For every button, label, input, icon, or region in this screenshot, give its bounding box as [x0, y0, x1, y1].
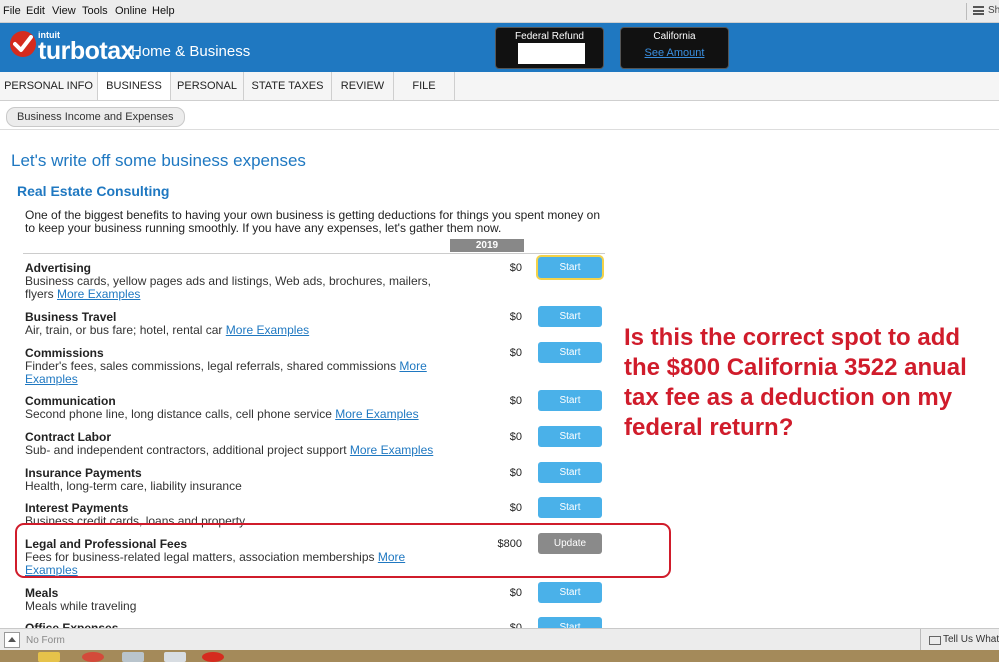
see-amount-link[interactable]: See Amount — [621, 47, 728, 59]
expense-desc: Air, train, or bus fare; hotel, rental c… — [25, 323, 310, 337]
menu-file[interactable]: File — [3, 5, 21, 17]
expense-desc: Meals while traveling — [25, 599, 137, 613]
more-examples-link[interactable]: More Examples — [350, 443, 433, 457]
expense-desc: Finder's fees, sales commissions, legal … — [25, 359, 427, 386]
tab-personal-info[interactable]: PERSONAL INFO — [0, 72, 98, 100]
menu-edit[interactable]: Edit — [26, 5, 45, 17]
federal-refund-label: Federal Refund — [515, 31, 584, 42]
tab-business[interactable]: BUSINESS — [98, 72, 171, 100]
page-title: Let's write off some business expenses — [11, 151, 306, 170]
highlight-box — [15, 523, 671, 578]
tell-us-button[interactable]: Tell Us What Y — [920, 629, 999, 651]
expense-desc: Second phone line, long distance calls, … — [25, 407, 419, 421]
tab-state-taxes[interactable]: STATE TAXES — [244, 72, 332, 100]
start-button[interactable]: Start — [538, 342, 602, 363]
app-icon[interactable] — [164, 652, 186, 662]
state-refund-box: California See Amount — [620, 27, 729, 69]
tab-review[interactable]: REVIEW — [332, 72, 394, 100]
expense-amount: $0 — [509, 502, 522, 514]
browser-icon[interactable] — [82, 652, 104, 662]
menu-view[interactable]: View — [52, 5, 76, 17]
expense-desc: Business cards, yellow pages ads and lis… — [25, 274, 431, 301]
turbotax-logo-text: turbotax. — [38, 37, 141, 65]
checkmark-logo-icon — [10, 31, 36, 57]
business-name: Real Estate Consulting — [17, 183, 170, 199]
form-status: No Form — [26, 635, 65, 646]
status-bar: No Form Tell Us What Y — [0, 628, 999, 651]
main-tabs: PERSONAL INFO BUSINESS PERSONAL STATE TA… — [0, 72, 999, 101]
hamburger-icon — [973, 6, 984, 15]
federal-refund-box: Federal Refund — [495, 27, 604, 69]
start-button[interactable]: Start — [538, 582, 602, 603]
tab-file[interactable]: FILE — [394, 72, 455, 100]
breadcrumb[interactable]: Business Income and Expenses — [6, 107, 185, 127]
start-button[interactable]: Start — [538, 462, 602, 483]
menu-online[interactable]: Online — [115, 5, 147, 17]
turbotax-taskbar-icon[interactable] — [202, 652, 224, 662]
start-button[interactable]: Start — [538, 257, 602, 278]
more-examples-link[interactable]: More Examples — [335, 407, 418, 421]
folder-icon[interactable] — [38, 652, 60, 662]
menu-bar: File Edit View Tools Online Help Sh — [0, 0, 999, 23]
expense-amount: $0 — [509, 395, 522, 407]
annotation-question: Is this the correct spot to add the $800… — [624, 324, 967, 441]
tab-personal[interactable]: PERSONAL — [171, 72, 244, 100]
expense-amount: $0 — [509, 262, 522, 274]
expense-amount: $0 — [509, 311, 522, 323]
state-refund-label: California — [653, 31, 696, 42]
expense-amount: $0 — [509, 587, 522, 599]
expense-amount: $0 — [509, 431, 522, 443]
menu-tools[interactable]: Tools — [82, 5, 108, 17]
start-button[interactable]: Start — [538, 426, 602, 447]
expense-desc: Sub- and independent contractors, additi… — [25, 443, 434, 457]
os-taskbar — [0, 650, 999, 662]
expense-amount: $0 — [509, 347, 522, 359]
start-button[interactable]: Start — [538, 390, 602, 411]
start-button[interactable]: Start — [538, 306, 602, 327]
expense-amount: $0 — [509, 467, 522, 479]
more-examples-link[interactable]: More Examples — [226, 323, 309, 337]
table-divider — [23, 253, 605, 254]
edition-label: Home & Business — [131, 43, 251, 60]
share-button[interactable]: Sh — [966, 3, 999, 20]
year-column-header: 2019 — [450, 239, 524, 252]
start-button[interactable]: Start — [538, 497, 602, 518]
menu-help[interactable]: Help — [152, 5, 175, 17]
expand-up-icon[interactable] — [4, 632, 20, 648]
app-header: intuit turbotax. Home & Business Federal… — [0, 23, 999, 72]
app-icon[interactable] — [122, 652, 144, 662]
more-examples-link[interactable]: More Examples — [57, 287, 140, 301]
federal-refund-amount — [518, 43, 585, 64]
expense-desc: Health, long-term care, liability insura… — [25, 479, 242, 493]
envelope-icon — [929, 636, 941, 645]
intro-text: One of the biggest benefits to having yo… — [25, 208, 601, 235]
divider — [0, 129, 999, 130]
